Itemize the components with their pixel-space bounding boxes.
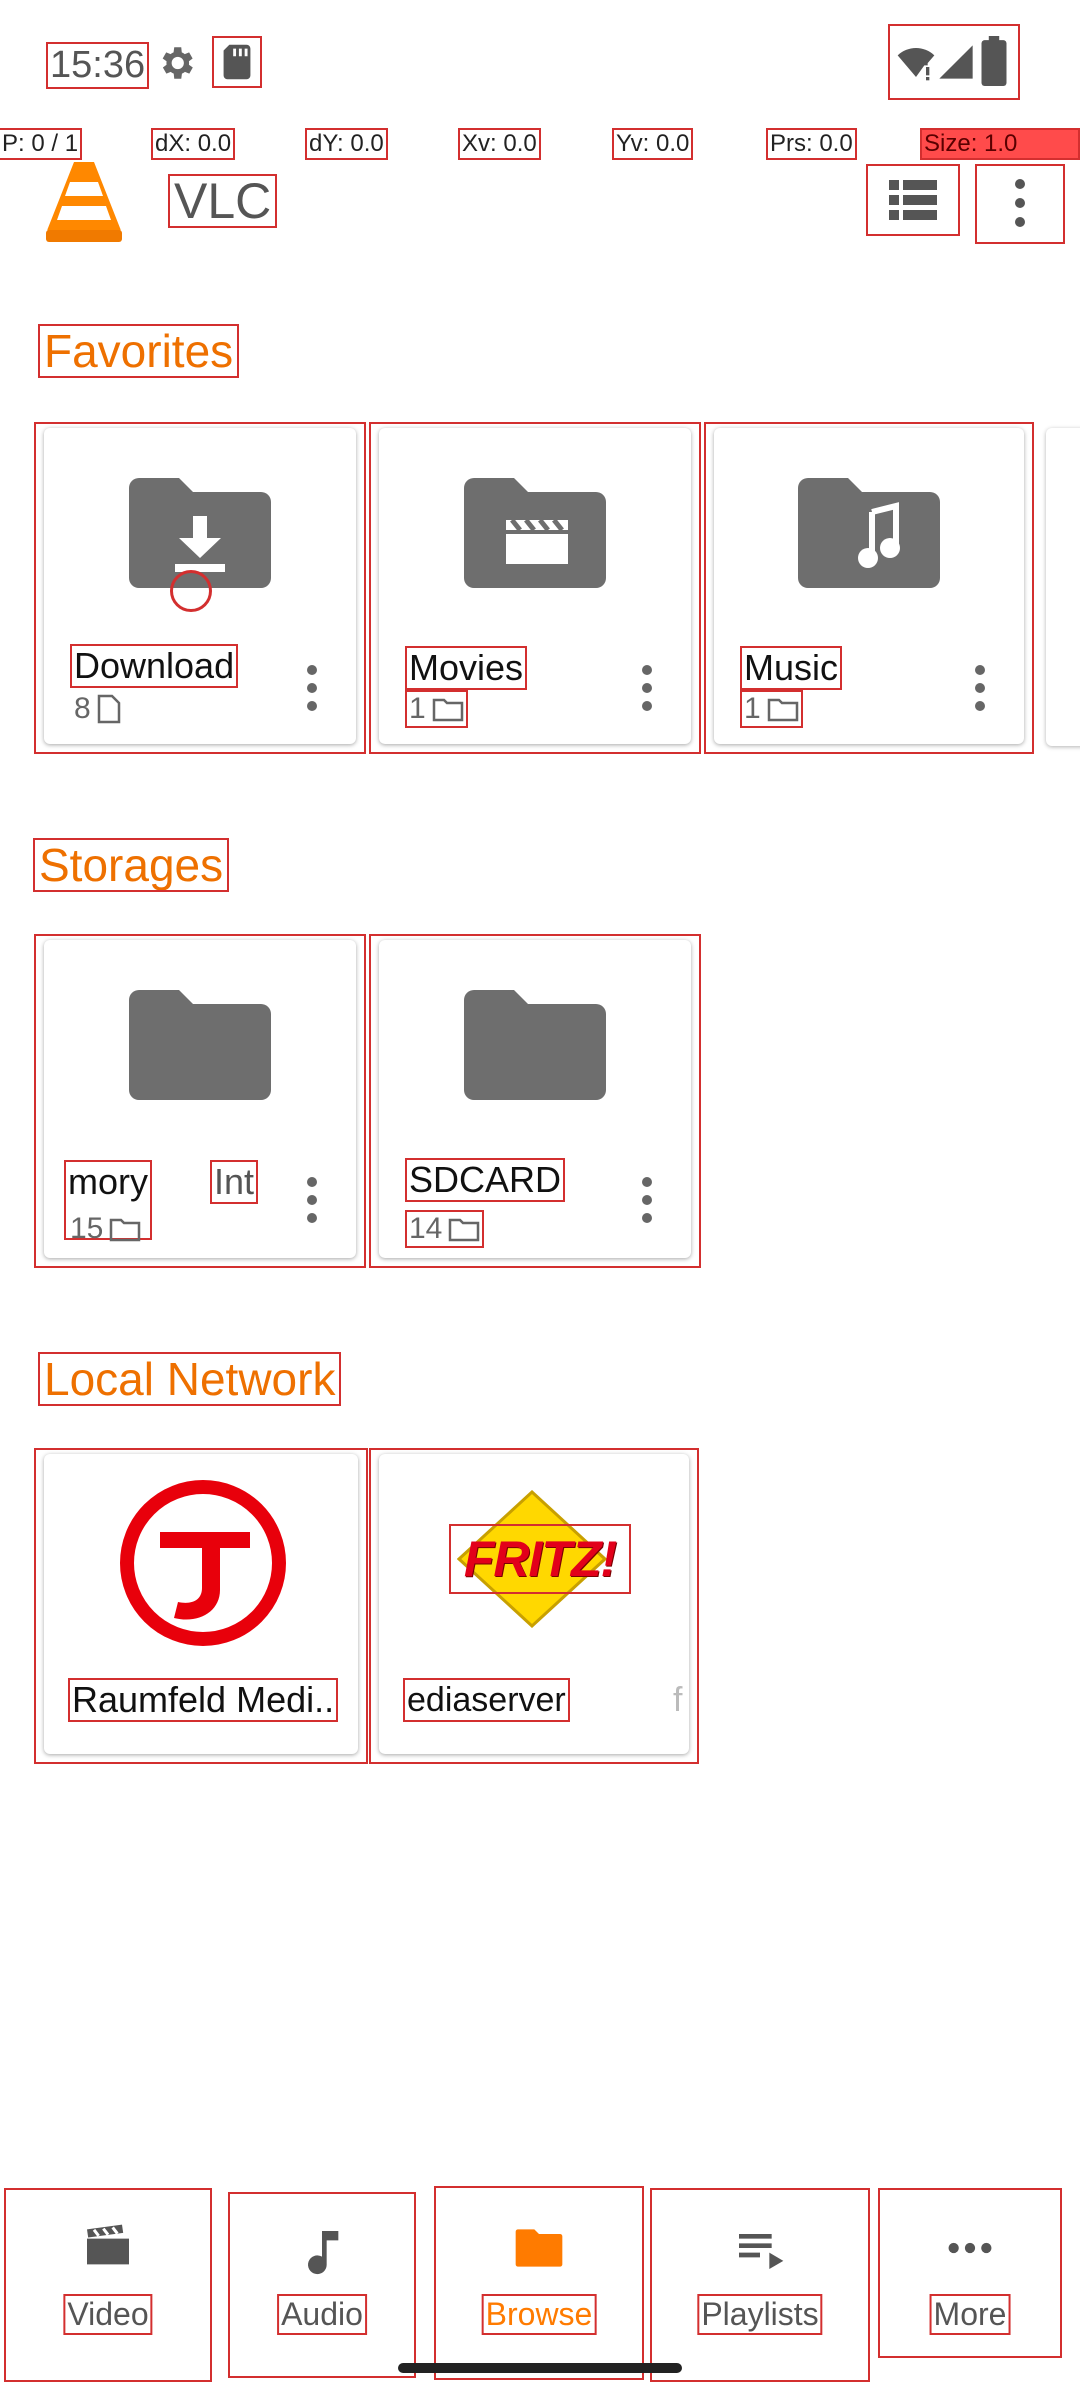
overflow-menu-button[interactable] <box>975 164 1065 244</box>
card-surface: Music 1 <box>714 428 1024 744</box>
pointer-prs: Prs: 0.0 <box>766 128 857 160</box>
status-bar: 15:36 <box>0 0 1080 130</box>
video-icon <box>87 2224 129 2265</box>
card-surface: mory Int 15 <box>44 940 356 1258</box>
pointer-dx: dX: 0.0 <box>150 128 236 160</box>
card-title: mory <box>68 1161 148 1202</box>
network-card-raumfeld[interactable]: Raumfeld Medi.. <box>34 1448 368 1764</box>
fritz-logo-text-box: FRITZ! <box>449 1524 631 1594</box>
card-count: 1 <box>740 690 803 728</box>
wifi-icon <box>897 48 935 81</box>
card-surface: Download 8 <box>44 428 356 744</box>
more-vert-icon[interactable] <box>974 664 986 712</box>
item-count: 1 <box>744 692 761 725</box>
folder-icon <box>432 698 463 722</box>
card-surface: SDCARD 14 <box>379 940 691 1258</box>
card-title: Raumfeld Medi.. <box>67 1678 339 1722</box>
favorite-card-partial[interactable] <box>1046 428 1080 746</box>
battery-icon <box>981 36 1007 86</box>
network-card-fritz[interactable]: FRITZ! ediaserver f <box>369 1448 699 1764</box>
more-vert-icon <box>1015 179 1025 227</box>
nav-playlists[interactable]: Playlists <box>650 2188 870 2382</box>
more-vert-icon[interactable] <box>641 664 653 712</box>
item-count: 15 <box>70 1212 104 1245</box>
file-icon <box>97 694 120 724</box>
pointer-size: Size: 1.0 <box>920 128 1080 160</box>
card-count: 1 <box>405 690 468 728</box>
pointer-yv: Yv: 0.0 <box>611 128 694 160</box>
storages-title: Storages <box>32 838 230 892</box>
favorite-card-music[interactable]: Music 1 <box>704 422 1034 754</box>
status-icons-group <box>888 24 1020 100</box>
folder-icon <box>110 1218 141 1242</box>
sd-card-icon <box>212 36 262 88</box>
nav-audio[interactable]: Audio <box>228 2192 416 2378</box>
nav-more[interactable]: More <box>878 2188 1062 2358</box>
card-count: 8 <box>72 692 123 726</box>
movies-folder-icon <box>464 478 606 588</box>
folder-icon <box>767 698 798 722</box>
card-title-scrolled: Int <box>209 1160 259 1204</box>
card-surface: Raumfeld Medi.. <box>44 1454 358 1754</box>
card-title: Movies <box>404 646 528 690</box>
item-count: 14 <box>409 1212 443 1245</box>
nav-browse-label: Browse <box>481 2294 597 2335</box>
signal-icon <box>939 45 973 79</box>
storage-card-sdcard[interactable]: SDCARD 14 <box>369 934 701 1268</box>
more-vert-icon[interactable] <box>306 1176 318 1224</box>
status-clock: 15:36 <box>45 42 150 89</box>
local-network-title: Local Network <box>37 1352 342 1406</box>
list-view-button[interactable] <box>866 164 960 236</box>
nav-more-label: More <box>929 2294 1011 2335</box>
folder-icon <box>129 990 271 1100</box>
nav-browse[interactable]: Browse <box>434 2186 644 2380</box>
nav-audio-label: Audio <box>277 2294 367 2335</box>
card-count: 14 <box>404 1210 485 1248</box>
app-title: VLC <box>167 174 278 228</box>
card-title: Music <box>739 646 843 690</box>
folder-icon <box>449 1218 480 1242</box>
card-title-faded: f <box>673 1681 683 1719</box>
storage-card-internal-memory[interactable]: mory Int 15 <box>34 934 366 1268</box>
pointer-count: P: 0 / 1 <box>0 128 83 160</box>
card-title: ediaserver <box>403 1678 570 1722</box>
nav-video[interactable]: Video <box>4 2188 212 2382</box>
card-surface: FRITZ! ediaserver f <box>379 1454 689 1754</box>
more-horiz-icon <box>948 2242 992 2254</box>
vlc-cone-icon <box>46 162 122 242</box>
card-title: SDCARD <box>404 1158 566 1202</box>
folder-icon <box>464 990 606 1100</box>
list-view-icon <box>889 180 937 220</box>
playlist-icon <box>739 2234 784 2269</box>
card-title: Download <box>69 644 239 688</box>
raumfeld-logo <box>120 1480 286 1646</box>
folder-icon <box>515 2229 563 2267</box>
favorite-card-movies[interactable]: Movies 1 <box>369 422 701 754</box>
gear-icon <box>162 47 193 79</box>
music-folder-icon <box>798 478 940 588</box>
touch-indicator <box>170 570 212 612</box>
more-vert-icon[interactable] <box>641 1176 653 1224</box>
item-count: 8 <box>74 692 91 725</box>
nav-video-label: Video <box>63 2294 153 2335</box>
card-count: 15 <box>68 1212 143 1246</box>
pointer-dy: dY: 0.0 <box>305 128 388 160</box>
more-vert-icon[interactable] <box>306 664 318 712</box>
music-note-icon <box>308 2231 339 2275</box>
nav-playlists-label: Playlists <box>697 2294 823 2335</box>
pointer-xv: Xv: 0.0 <box>458 128 541 160</box>
home-indicator[interactable] <box>398 2363 682 2373</box>
favorite-card-download[interactable]: Download 8 <box>34 422 366 754</box>
fritz-logo-text: FRITZ! <box>463 1531 617 1587</box>
item-count: 1 <box>409 692 426 725</box>
favorites-title: Favorites <box>37 324 240 378</box>
card-surface: Movies 1 <box>379 428 691 744</box>
